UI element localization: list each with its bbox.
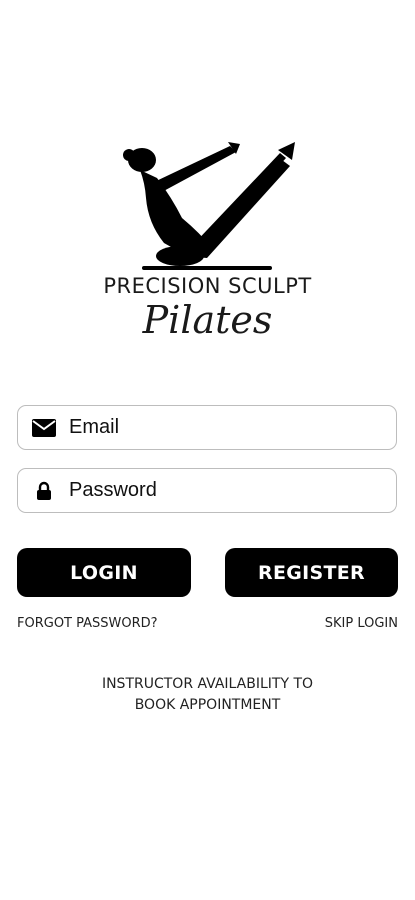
brand-logo: PRECISION SCULPT Pilates	[0, 130, 415, 360]
availability-line-1: INSTRUCTOR AVAILABILITY TO	[101, 676, 314, 692]
brand-name: PRECISION SCULPT	[103, 274, 312, 298]
brand-script: Pilates	[142, 298, 273, 342]
lock-icon	[31, 481, 57, 501]
email-input[interactable]	[69, 416, 369, 439]
email-field[interactable]	[17, 405, 397, 450]
register-button[interactable]: REGISTER	[225, 548, 398, 597]
password-input[interactable]	[69, 479, 369, 502]
skip-login-link[interactable]: SKIP LOGIN	[325, 616, 398, 631]
instructor-availability-link[interactable]: INSTRUCTOR AVAILABILITY TO BOOK APPOINTM…	[0, 674, 415, 716]
availability-line-2: BOOK APPOINTMENT	[134, 697, 281, 713]
forgot-password-link[interactable]: FORGOT PASSWORD?	[17, 616, 158, 631]
pilates-figure-logo	[123, 142, 295, 270]
password-field[interactable]	[17, 468, 397, 513]
login-button[interactable]: LOGIN	[17, 548, 191, 597]
envelope-icon	[31, 418, 57, 438]
